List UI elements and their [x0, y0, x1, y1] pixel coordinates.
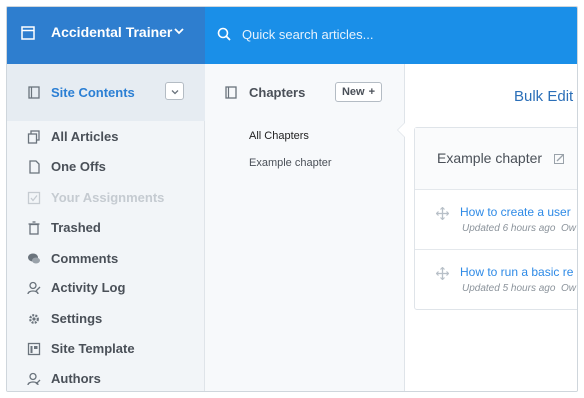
article-meta: Updated 5 hours ago Ow	[462, 283, 576, 294]
article-row[interactable]: How to create a user Updated 6 hours ago…	[415, 190, 577, 250]
chapter-link-example[interactable]: Example chapter	[249, 157, 332, 169]
section-toggle-button[interactable]	[165, 82, 184, 100]
chevron-down-icon[interactable]	[173, 25, 185, 37]
article-row[interactable]: How to run a basic re Updated 5 hours ag…	[415, 250, 577, 310]
chapter-card-header: Example chapter	[415, 128, 577, 190]
sidebar-item-label: Trashed	[51, 220, 101, 235]
bulk-edit-link[interactable]: Bulk Edit	[514, 88, 573, 105]
sidebar-item-label: All Articles	[51, 129, 119, 144]
article-title-link[interactable]: How to create a user	[460, 205, 571, 219]
sidebar-item-label: One Offs	[51, 159, 106, 174]
article-updated-text: Updated 6 hours ago	[462, 223, 556, 234]
trash-icon	[28, 221, 40, 235]
sidebar-item-your-assignments[interactable]: Your Assignments	[7, 183, 205, 213]
chapter-link-all[interactable]: All Chapters	[249, 130, 309, 142]
sidebar-item-one-offs[interactable]: One Offs	[7, 152, 205, 182]
app-window: Accidental Trainer Site Contents	[6, 6, 578, 392]
sidebar-item-settings[interactable]: Settings	[7, 304, 205, 334]
plus-icon: +	[368, 86, 376, 98]
sidebar-item-label: Authors	[51, 371, 101, 386]
sidebar-section-header: Site Contents	[7, 64, 205, 121]
edit-icon[interactable]	[554, 153, 565, 164]
template-icon	[27, 342, 41, 356]
book-icon	[225, 86, 237, 99]
sidebar: Site Contents All Articles One Offs Your…	[7, 64, 205, 391]
chapters-title: Chapters	[249, 85, 306, 100]
chapters-panel: Chapters New + All Chapters Example chap…	[205, 64, 405, 391]
sidebar-item-authors[interactable]: Authors	[7, 364, 205, 391]
sidebar-item-activity-log[interactable]: Activity Log	[7, 273, 205, 303]
chat-bubble-icon	[28, 253, 40, 264]
user-edit-icon	[27, 372, 41, 386]
sidebar-item-site-template[interactable]: Site Template	[7, 334, 205, 364]
document-icon	[29, 160, 40, 174]
search-icon	[217, 27, 231, 41]
sidebar-item-trashed[interactable]: Trashed	[7, 213, 205, 243]
sidebar-item-comments[interactable]: Comments	[7, 244, 205, 274]
article-owner-text: Ow	[560, 283, 576, 294]
article-updated-text: Updated 5 hours ago	[462, 283, 556, 294]
drag-handle-icon[interactable]	[436, 267, 449, 280]
user-activity-icon	[27, 281, 41, 295]
drag-handle-icon[interactable]	[436, 207, 449, 220]
sidebar-item-label: Your Assignments	[51, 190, 165, 205]
copy-icon	[27, 130, 40, 144]
chapter-card-title: Example chapter	[437, 150, 543, 166]
gear-icon	[29, 314, 39, 324]
sidebar-item-label: Settings	[51, 311, 103, 326]
selection-pointer	[397, 122, 405, 138]
article-owner-text: Ow	[560, 223, 576, 234]
check-box-icon	[27, 191, 41, 205]
article-meta: Updated 6 hours ago Ow	[462, 223, 576, 234]
sidebar-item-label: Comments	[51, 251, 119, 266]
new-button-label: New	[341, 86, 365, 98]
chevron-down-icon	[171, 90, 179, 95]
sidebar-item-label: Site Template	[51, 341, 135, 356]
site-name: Accidental Trainer	[51, 24, 173, 40]
article-title-link[interactable]: How to run a basic re	[460, 265, 573, 279]
chapter-card: Example chapter How to create a user Upd…	[414, 127, 577, 310]
site-switcher[interactable]: Accidental Trainer	[7, 7, 205, 64]
sidebar-section-title[interactable]: Site Contents	[51, 85, 135, 100]
sidebar-item-all-articles[interactable]: All Articles	[7, 122, 205, 152]
new-chapter-button[interactable]: New +	[335, 82, 382, 102]
site-icon	[21, 26, 35, 40]
main-content: Bulk Edit Example chapter How to create …	[405, 64, 577, 391]
sidebar-item-label: Activity Log	[51, 280, 126, 295]
top-bar: Accidental Trainer	[7, 7, 577, 64]
book-icon	[28, 86, 40, 99]
search-input[interactable]	[242, 24, 562, 44]
